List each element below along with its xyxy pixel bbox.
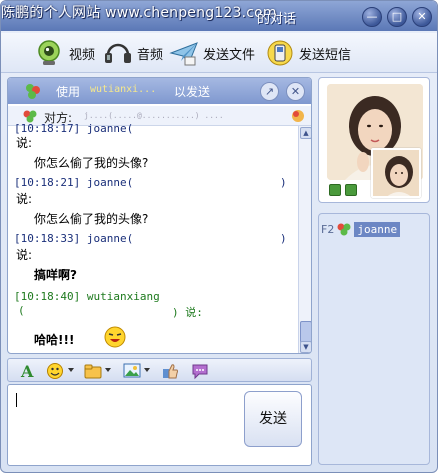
chat-window: 陈鹏的个人网站 www.chenpeng123.com 的对话 — □ ✕ 视频 <box>0 0 438 473</box>
send-sms-label: 发送短信 <box>299 47 352 63</box>
contact-name: joanne <box>354 221 401 237</box>
message-input[interactable] <box>12 389 232 459</box>
message-header: [10:18:17] joanne( <box>14 124 297 135</box>
maximize-button[interactable]: □ <box>387 7 407 27</box>
audio-label: 音频 <box>137 47 164 63</box>
font-icon[interactable]: A <box>18 362 38 381</box>
paper-plane-icon <box>169 39 199 67</box>
message-scrollbar[interactable]: ▲ ▼ <box>298 126 311 353</box>
webcam-icon <box>35 39 65 67</box>
message-sender: joanne( <box>86 232 134 245</box>
chat-panel: 使用 wutianxi... 以发送 ↗ ✕ 对方: j....(.....@.… <box>7 77 312 354</box>
video-button[interactable]: 视频 <box>35 39 95 67</box>
contact-item[interactable]: F2 joanne <box>321 220 401 238</box>
message-body: 哈哈!!! <box>34 333 75 347</box>
message-body: 你怎么偷了我的头像? <box>34 212 149 226</box>
format-toolbar: A <box>7 358 312 382</box>
sms-icon <box>265 39 295 67</box>
compose-area: 发送 <box>7 384 312 466</box>
scroll-thumb[interactable] <box>300 321 311 343</box>
video-label: 视频 <box>69 47 96 63</box>
avatar-switch-icon[interactable] <box>345 184 357 196</box>
text-caret <box>16 393 17 407</box>
say-label: 说: <box>16 136 33 150</box>
message-header: [10:18:40] wutianxiang <box>14 290 297 303</box>
scroll-up-icon[interactable]: ▲ <box>300 127 311 139</box>
send-file-button[interactable]: 发送文件 <box>169 39 255 67</box>
message-header: [10:18:21] joanne( ) <box>14 176 297 189</box>
message-sender-close: ) <box>280 176 287 189</box>
send-as-label: 以发送 <box>174 85 211 99</box>
laughing-emoticon-icon <box>104 326 126 348</box>
self-avatar <box>371 148 421 198</box>
contact-icon <box>22 108 38 124</box>
message-body: 你怎么偷了我的头像? <box>34 156 149 170</box>
say-label: 说: <box>16 192 33 206</box>
emoticon-icon[interactable] <box>46 362 66 380</box>
headset-icon <box>103 39 133 67</box>
folder-icon[interactable] <box>83 362 103 380</box>
message-sender-close: ) 说: <box>172 306 203 319</box>
message-sender: wutianxiang <box>86 290 160 303</box>
message-body: 搞咩啊? <box>34 268 77 282</box>
image-icon[interactable] <box>122 362 142 380</box>
emoticon-dropdown-icon[interactable] <box>68 368 74 372</box>
send-button[interactable]: 发送 <box>244 391 302 447</box>
message-sender-open: ( <box>18 304 25 317</box>
buddy-icon <box>24 82 42 100</box>
message-time: [10:18:40] <box>14 290 81 303</box>
message-sender: joanne( <box>86 124 134 135</box>
chat-header: 使用 wutianxi... 以发送 ↗ ✕ <box>8 78 311 104</box>
avatar-panel <box>318 77 430 203</box>
peer-id: j....(.....@...........) .... <box>84 111 224 120</box>
expand-button[interactable]: ↗ <box>260 82 279 101</box>
audio-button[interactable]: 音频 <box>103 39 163 67</box>
contact-list: F2 joanne <box>318 213 430 465</box>
speech-bubble-icon[interactable] <box>190 362 210 380</box>
folder-dropdown-icon[interactable] <box>105 368 111 372</box>
peer-row: 对方: j....(.....@...........) .... <box>8 106 311 126</box>
minimize-button[interactable]: — <box>362 7 382 27</box>
contact-icon <box>336 221 352 237</box>
send-file-label: 发送文件 <box>203 47 256 63</box>
scroll-down-icon[interactable]: ▼ <box>300 341 311 353</box>
message-time: [10:18:21] <box>14 176 81 189</box>
peer-status-icon <box>290 108 306 124</box>
say-label: 说: <box>16 248 33 262</box>
message-time: [10:18:33] <box>14 232 81 245</box>
svg-text:A: A <box>20 362 34 380</box>
close-panel-button[interactable]: ✕ <box>286 82 305 101</box>
shake-icon[interactable] <box>160 362 180 380</box>
close-button[interactable]: ✕ <box>412 7 432 27</box>
main-toolbar: 视频 音频 发送文件 发送短信 <box>1 33 437 73</box>
image-dropdown-icon[interactable] <box>144 368 150 372</box>
message-sender-close: ) <box>280 232 287 245</box>
message-header: [10:18:33] joanne( ) <box>14 232 297 245</box>
contact-hotkey: F2 <box>321 222 335 236</box>
avatar-option-icon[interactable] <box>329 184 341 196</box>
message-sender: joanne( <box>86 176 134 189</box>
window-title: 的对话 <box>257 12 297 27</box>
site-watermark: 陈鹏的个人网站 www.chenpeng123.com <box>1 5 277 21</box>
message-list: [10:18:17] joanne( 说: 你怎么偷了我的头像? [10:18:… <box>14 124 297 353</box>
title-bar[interactable]: 陈鹏的个人网站 www.chenpeng123.com 的对话 — □ ✕ <box>1 1 437 31</box>
sender-account[interactable]: wutianxi... <box>90 84 156 95</box>
send-sms-button[interactable]: 发送短信 <box>265 39 351 67</box>
use-label: 使用 <box>56 85 81 99</box>
